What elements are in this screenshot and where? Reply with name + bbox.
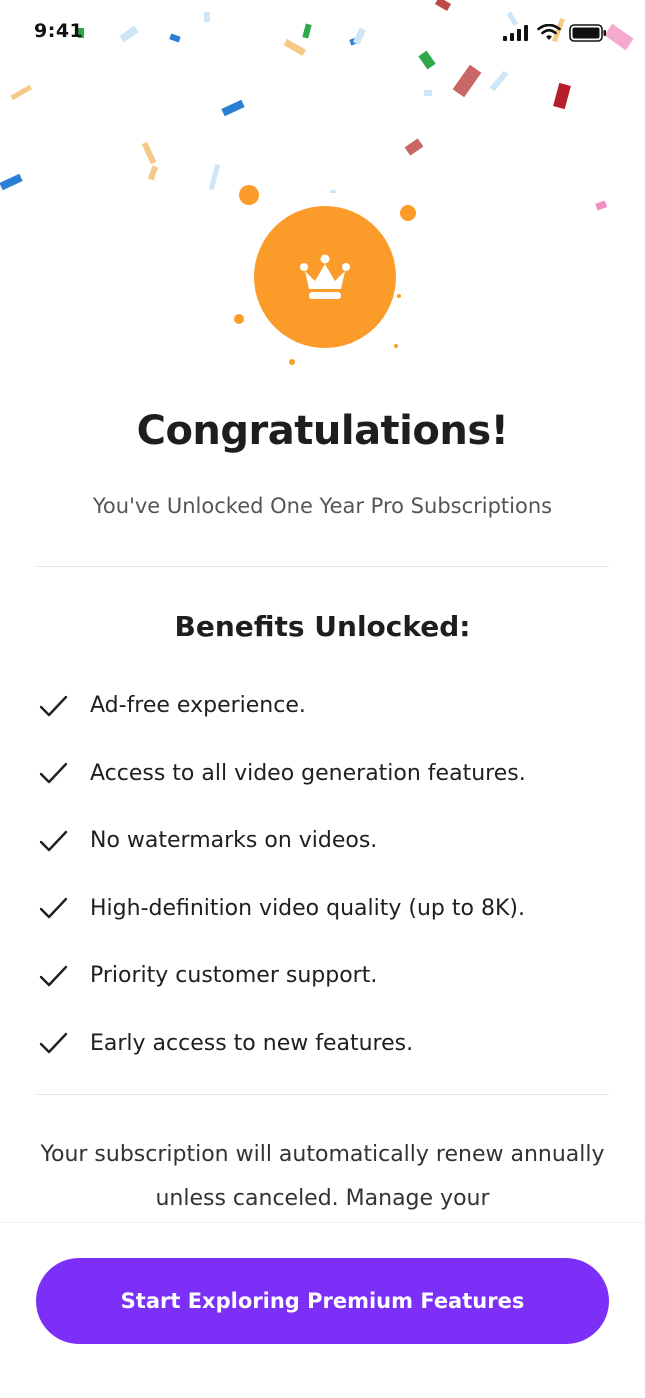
benefit-text: High-definition video quality (up to 8K)… <box>90 895 525 921</box>
subscription-success-screen: 9:41 Congratulations! You've Unlocked On… <box>0 0 645 1398</box>
wifi-icon <box>537 24 561 40</box>
status-bar: 9:41 <box>0 0 645 66</box>
signal-icon <box>503 25 528 41</box>
benefit-item: Priority customer support. <box>36 942 616 1010</box>
benefit-item: High-definition video quality (up to 8K)… <box>36 875 616 943</box>
benefit-text: Ad-free experience. <box>90 693 306 719</box>
benefit-item: Early access to new features. <box>36 1010 616 1078</box>
benefit-item: No watermarks on videos. <box>36 807 616 875</box>
start-exploring-button[interactable]: Start Exploring Premium Features <box>36 1258 609 1344</box>
divider <box>36 566 609 567</box>
benefit-text: Early access to new features. <box>90 1030 414 1056</box>
bottom-action-panel: Start Exploring Premium Features <box>0 1222 645 1398</box>
check-icon <box>39 1033 68 1054</box>
status-time: 9:41 <box>34 20 84 42</box>
benefits-list: Ad-free experience. Access to all video … <box>36 672 616 1077</box>
benefit-text: Priority customer support. <box>90 963 378 989</box>
battery-icon <box>569 24 606 42</box>
check-icon <box>39 898 68 919</box>
benefits-title: Benefits Unlocked: <box>174 610 471 643</box>
benefit-item: Ad-free experience. <box>36 672 616 740</box>
check-icon <box>39 695 68 716</box>
status-icons <box>503 22 607 44</box>
crown-icon <box>300 254 350 299</box>
divider <box>36 1094 609 1095</box>
check-icon <box>39 763 68 784</box>
benefit-item: Access to all video generation features. <box>36 740 616 808</box>
crown-badge <box>254 206 396 348</box>
check-icon <box>39 830 68 851</box>
check-icon <box>39 965 68 986</box>
page-title: Congratulations! <box>136 408 509 454</box>
page-subtitle: You've Unlocked One Year Pro Subscriptio… <box>92 494 553 518</box>
benefit-text: Access to all video generation features. <box>90 760 526 786</box>
renewal-note: Your subscription will automatically ren… <box>40 1142 605 1211</box>
benefit-text: No watermarks on videos. <box>90 828 378 854</box>
